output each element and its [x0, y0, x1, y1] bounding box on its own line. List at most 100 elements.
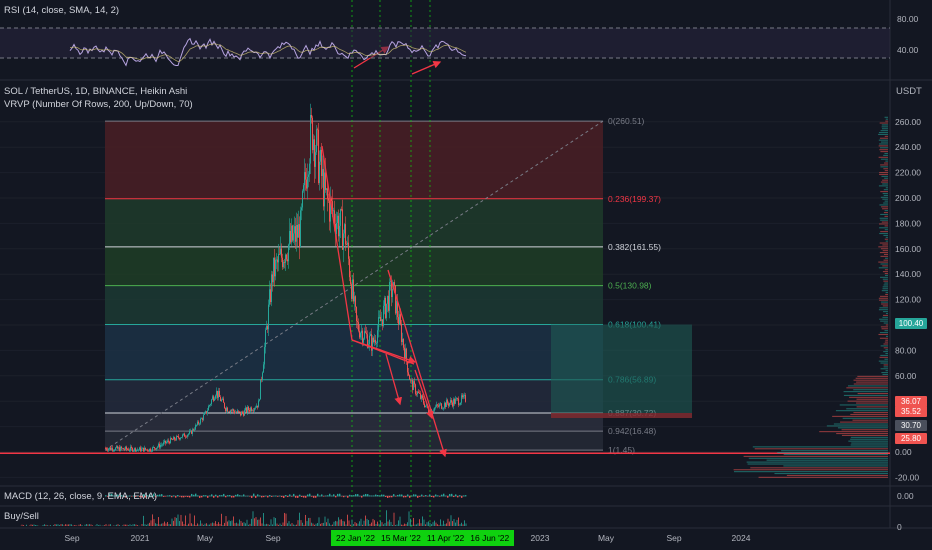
volume-profile-row	[846, 387, 888, 389]
macd-bar	[229, 495, 231, 497]
volume-bar	[297, 520, 299, 526]
volume-bar	[99, 524, 101, 526]
candle-body	[185, 436, 186, 438]
volume-bar	[80, 524, 81, 526]
y-tick-label: 80.00	[895, 345, 917, 355]
volume-profile-row	[851, 442, 888, 444]
volume-profile-row	[857, 392, 888, 395]
volume-profile-row	[848, 440, 888, 442]
candle-body	[338, 215, 339, 237]
time-axis-label: 2024	[731, 533, 751, 543]
volume-profile-row	[841, 429, 888, 431]
volume-profile-row	[882, 250, 888, 252]
volume-bar	[164, 521, 165, 526]
candle-body	[186, 436, 187, 438]
candle-body	[217, 390, 218, 398]
candle-body	[220, 396, 221, 402]
volume-bar	[321, 522, 323, 526]
macd-bar	[333, 494, 335, 497]
macd-bar	[285, 495, 287, 497]
candle-body	[239, 411, 240, 413]
candle-body	[316, 129, 317, 153]
macd-bar	[443, 493, 445, 497]
volume-bar	[219, 523, 221, 526]
candle-body	[424, 403, 425, 408]
candle-body	[243, 412, 244, 416]
candle-body	[255, 407, 256, 409]
volume-bar	[65, 524, 66, 526]
candle-body	[396, 301, 397, 314]
candle-body	[285, 254, 286, 263]
volume-profile-row	[847, 400, 888, 402]
candle-body	[362, 330, 363, 343]
volume-bar	[290, 524, 291, 526]
volume-profile-row	[880, 345, 888, 347]
candle-body	[461, 395, 462, 403]
volume-bar	[432, 522, 434, 526]
position-target-zone[interactable]	[551, 324, 692, 413]
volume-profile-row	[746, 461, 888, 463]
candle-body	[162, 444, 163, 446]
volume-bar	[311, 522, 312, 526]
volume-bar	[255, 517, 257, 526]
volume-bar	[218, 522, 219, 526]
volume-bar	[212, 522, 213, 526]
candle-body	[399, 314, 400, 325]
candle-body	[324, 172, 325, 207]
volume-profile-row	[881, 290, 888, 292]
volume-bar	[344, 521, 345, 526]
candle-body	[219, 391, 220, 397]
candle-body	[176, 436, 177, 441]
macd-bar	[415, 494, 417, 497]
volume-bar	[335, 520, 336, 526]
position-stop-zone[interactable]	[551, 412, 692, 418]
volume-bar	[146, 524, 147, 526]
rsi-divergence-arrow-2[interactable]	[411, 60, 442, 75]
candle-body	[395, 285, 396, 314]
volume-bar	[333, 521, 335, 526]
candle-body	[460, 402, 461, 405]
volume-bar	[179, 521, 180, 526]
candle-body	[386, 303, 387, 319]
candle-body	[465, 395, 466, 402]
macd-bar	[403, 496, 405, 498]
volume-profile-row	[884, 229, 888, 231]
candle-body	[392, 289, 393, 297]
chart-canvas[interactable]: 260.00 240.00 220.00 200.00 180.00 160.00 140.…	[0, 0, 932, 550]
candle-body	[252, 410, 253, 412]
candle-body	[214, 398, 215, 401]
volume-bar	[203, 524, 204, 526]
volume-bar	[74, 525, 75, 526]
volume-bar	[119, 525, 120, 526]
candle-body	[253, 410, 254, 412]
macd-bar	[355, 494, 357, 497]
volume-profile-row	[843, 394, 888, 396]
candle-body	[199, 423, 200, 425]
volume-bar	[122, 525, 123, 526]
volume-bar	[369, 523, 371, 526]
time-axis-label: Sep	[666, 533, 682, 543]
candle-body	[459, 404, 460, 406]
macd-bar	[211, 494, 213, 497]
volume-profile-row	[853, 412, 888, 414]
candle-body	[308, 174, 309, 177]
time-axis-label: May	[196, 533, 214, 543]
candle-body	[394, 282, 395, 286]
volume-profile-row	[885, 257, 888, 259]
volume-bar	[248, 524, 249, 526]
volume-profile-row	[878, 185, 888, 187]
candle-body	[312, 117, 313, 151]
macd-bar	[215, 494, 217, 497]
volume-bar	[338, 517, 339, 526]
candle-body	[412, 379, 413, 391]
candle-body	[291, 225, 292, 243]
candle-body	[443, 407, 444, 409]
macd-bar	[407, 494, 409, 497]
volume-bar	[402, 524, 404, 526]
volume-profile-row	[880, 255, 888, 257]
volume-bar	[260, 517, 261, 526]
volume-bar	[60, 524, 62, 526]
candle-body	[167, 440, 168, 443]
candle-body	[328, 198, 329, 201]
macd-bar	[179, 496, 181, 497]
